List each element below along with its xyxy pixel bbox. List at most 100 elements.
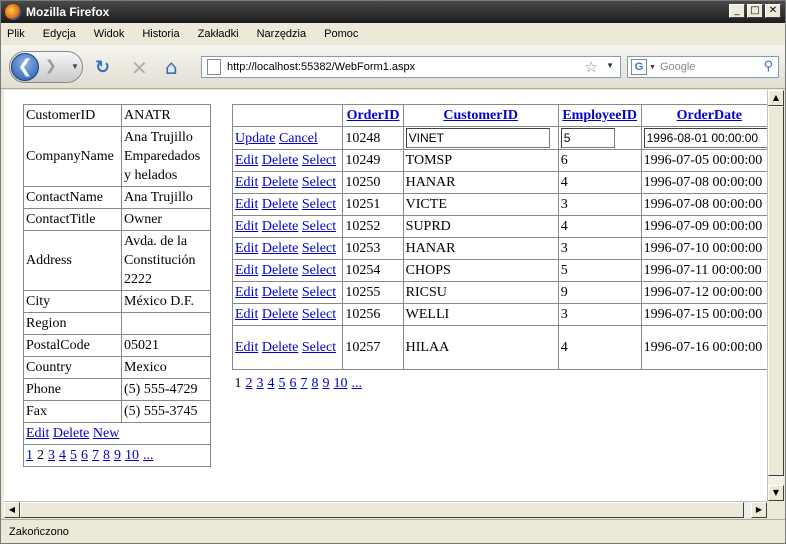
details-value: Ana Trujillo Emparedados y helados: [121, 126, 211, 187]
back-button[interactable]: ❮: [11, 53, 39, 81]
select-link[interactable]: Select: [302, 197, 336, 212]
search-input[interactable]: Google: [660, 61, 695, 73]
vertical-scroll-thumb[interactable]: [768, 106, 784, 476]
employeeid-input[interactable]: [560, 128, 615, 148]
cell-customer-id: RICSU: [402, 281, 559, 304]
select-link[interactable]: Select: [302, 219, 336, 234]
select-link[interactable]: Select: [302, 153, 336, 168]
grid-page-link[interactable]: 3: [257, 376, 264, 391]
horizontal-scrollbar[interactable]: ◀ ▶: [4, 501, 767, 518]
delete-link[interactable]: Delete: [262, 307, 299, 322]
vertical-scrollbar[interactable]: ▲ ▼: [767, 90, 784, 501]
details-page-link[interactable]: 6: [81, 448, 88, 463]
select-link[interactable]: Select: [302, 263, 336, 278]
menu-zakladki[interactable]: Zakładki: [198, 28, 239, 40]
edit-link[interactable]: Edit: [235, 175, 258, 190]
grid-page-link[interactable]: 5: [279, 376, 286, 391]
customerid-input[interactable]: [405, 128, 550, 148]
details-page-link[interactable]: 7: [92, 448, 99, 463]
grid-page-link[interactable]: 6: [290, 376, 297, 391]
details-label: Address: [23, 230, 122, 291]
address-bar[interactable]: http://localhost:55382/WebForm1.aspx ☆ ▼: [201, 56, 621, 78]
menu-widok[interactable]: Widok: [94, 28, 125, 40]
delete-link[interactable]: Delete: [262, 153, 299, 168]
url-dropdown-icon[interactable]: ▼: [606, 61, 614, 70]
delete-link[interactable]: Delete: [262, 340, 299, 355]
header-orderid[interactable]: OrderID: [342, 104, 404, 127]
edit-link[interactable]: Edit: [235, 285, 258, 300]
select-link[interactable]: Select: [302, 285, 336, 300]
delete-link[interactable]: Delete: [262, 197, 299, 212]
close-button[interactable]: ✕: [765, 4, 781, 18]
scroll-left-icon[interactable]: ◀: [4, 502, 20, 518]
menu-historia[interactable]: Historia: [142, 28, 179, 40]
edit-link[interactable]: Edit: [235, 307, 258, 322]
details-new-link[interactable]: New: [93, 426, 119, 441]
maximize-button[interactable]: □: [747, 4, 763, 18]
grid-page-link[interactable]: 8: [312, 376, 319, 391]
details-page-link[interactable]: 9: [114, 448, 121, 463]
cancel-link[interactable]: Cancel: [279, 131, 318, 146]
edit-orderid: 10248: [342, 126, 404, 150]
edit-link[interactable]: Edit: [235, 219, 258, 234]
scroll-up-icon[interactable]: ▲: [768, 90, 784, 106]
scroll-down-icon[interactable]: ▼: [768, 485, 784, 501]
url-text[interactable]: http://localhost:55382/WebForm1.aspx: [227, 61, 415, 73]
menu-pomoc[interactable]: Pomoc: [324, 28, 358, 40]
cell-employee-id: 4: [557, 215, 642, 238]
select-link[interactable]: Select: [302, 307, 336, 322]
select-link[interactable]: Select: [302, 241, 336, 256]
header-employeeid[interactable]: EmployeeID: [557, 104, 642, 127]
details-page-link[interactable]: 3: [48, 448, 55, 463]
menu-plik[interactable]: Plik: [7, 28, 25, 40]
stop-icon[interactable]: ✕: [131, 56, 148, 80]
horizontal-scroll-thumb[interactable]: [20, 502, 744, 518]
edit-link[interactable]: Edit: [235, 197, 258, 212]
scroll-right-icon[interactable]: ▶: [751, 502, 767, 518]
edit-link[interactable]: Edit: [235, 241, 258, 256]
update-link[interactable]: Update: [235, 131, 275, 146]
menu-narzedzia[interactable]: Narzędzia: [257, 28, 307, 40]
details-delete-link[interactable]: Delete: [53, 426, 90, 441]
bookmark-star-icon[interactable]: ☆: [585, 58, 598, 76]
select-link[interactable]: Select: [302, 175, 336, 190]
grid-page-link[interactable]: ...: [352, 376, 363, 391]
grid-page-link[interactable]: 7: [301, 376, 308, 391]
delete-link[interactable]: Delete: [262, 175, 299, 190]
details-page-link[interactable]: 4: [59, 448, 66, 463]
history-dropdown-icon[interactable]: ▼: [71, 62, 79, 71]
details-page-link[interactable]: 10: [125, 448, 139, 463]
forward-button[interactable]: ❯: [45, 58, 57, 74]
search-box[interactable]: G ▼ Google ⚲: [627, 56, 779, 78]
details-edit-link[interactable]: Edit: [26, 426, 49, 441]
edit-link[interactable]: Edit: [235, 340, 258, 355]
header-customerid[interactable]: CustomerID: [402, 104, 559, 127]
grid-page-link[interactable]: 2: [246, 376, 253, 391]
navigation-toolbar: ❮ ❯ ▼ ↻ ✕ ⌂ http://localhost:55382/WebFo…: [1, 45, 785, 89]
delete-link[interactable]: Delete: [262, 219, 299, 234]
delete-link[interactable]: Delete: [262, 241, 299, 256]
grid-page-link[interactable]: 10: [334, 376, 348, 391]
delete-link[interactable]: Delete: [262, 263, 299, 278]
engine-dropdown-icon[interactable]: ▼: [649, 64, 656, 71]
details-page-link[interactable]: ...: [143, 448, 154, 463]
minimize-button[interactable]: _: [729, 4, 745, 18]
header-orderdate[interactable]: OrderDate: [640, 104, 767, 127]
menu-edycja[interactable]: Edycja: [43, 28, 76, 40]
details-commands: Edit Delete New: [23, 422, 211, 445]
details-page-link[interactable]: 5: [70, 448, 77, 463]
orderdate-input[interactable]: [643, 128, 767, 148]
grid-page-link[interactable]: 9: [323, 376, 330, 391]
home-icon[interactable]: ⌂: [165, 55, 178, 79]
grid-page-link[interactable]: 4: [268, 376, 275, 391]
select-link[interactable]: Select: [302, 340, 336, 355]
delete-link[interactable]: Delete: [262, 285, 299, 300]
search-icon[interactable]: ⚲: [763, 59, 773, 74]
reload-icon[interactable]: ↻: [95, 57, 110, 78]
details-pager: 1 2 3 4 5 6 7 8 9 10...: [23, 444, 211, 467]
edit-link[interactable]: Edit: [235, 263, 258, 278]
search-engine-icon[interactable]: G: [631, 59, 647, 75]
details-page-link[interactable]: 8: [103, 448, 110, 463]
edit-link[interactable]: Edit: [235, 153, 258, 168]
details-page-link[interactable]: 1: [26, 448, 33, 463]
